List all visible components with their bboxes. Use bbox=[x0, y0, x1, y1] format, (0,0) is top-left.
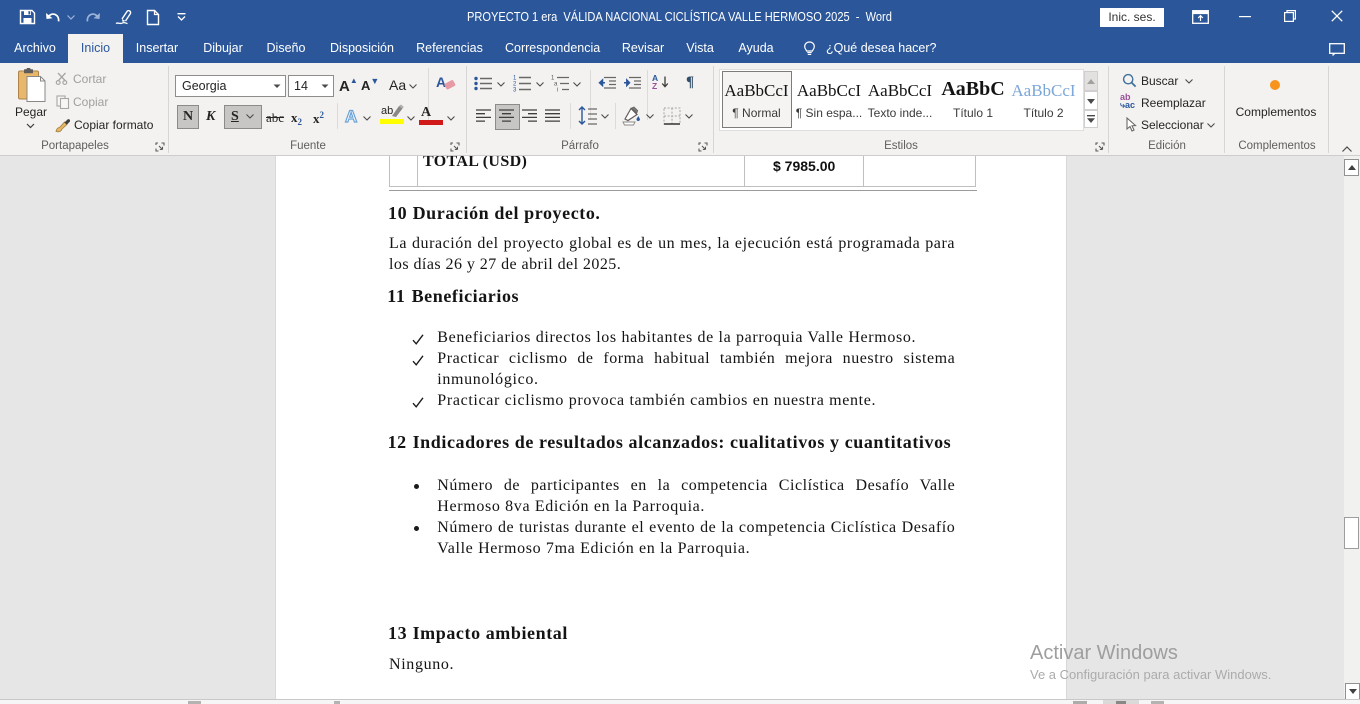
svg-text:i: i bbox=[557, 88, 558, 93]
svg-text:3: 3 bbox=[513, 88, 517, 93]
